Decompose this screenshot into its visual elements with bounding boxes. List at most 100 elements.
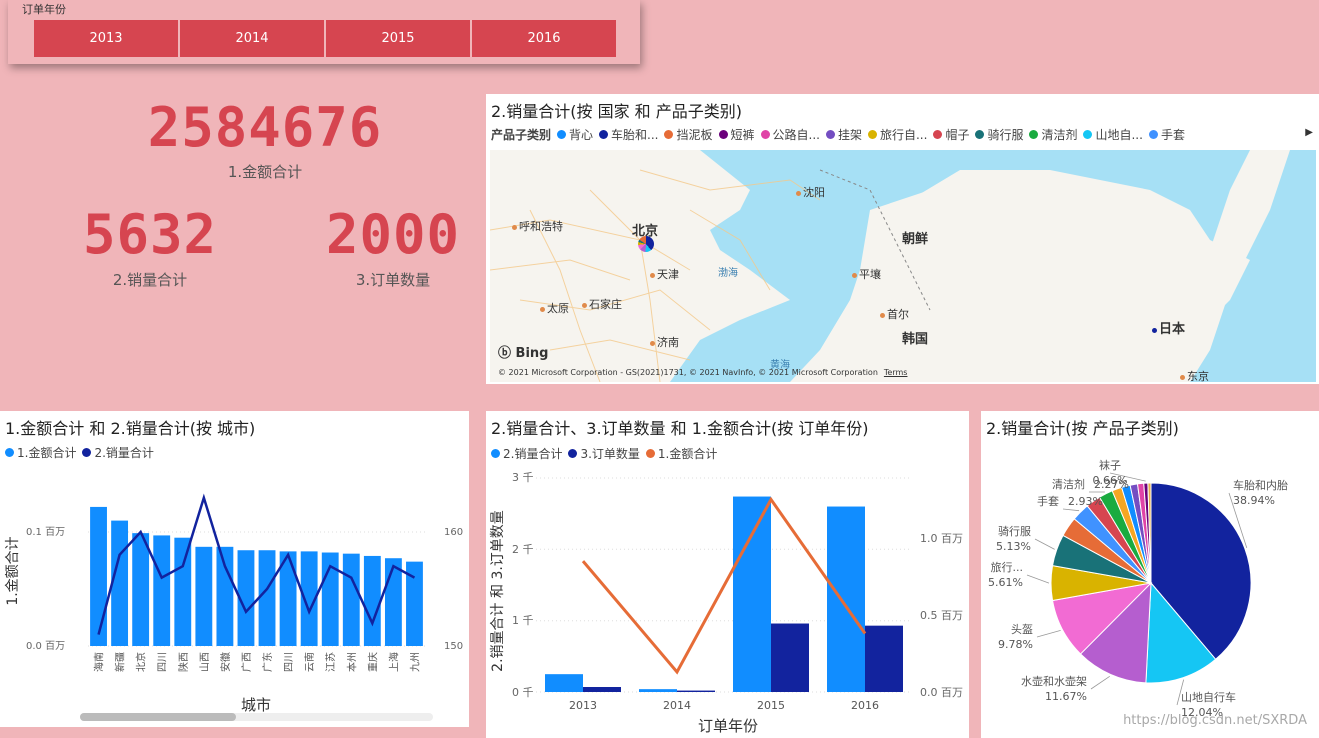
- map-panel: 2.销量合计(按 国家 和 产品子类别) 产品子类别 背心 车胎和... 挡泥板 短裤…: [486, 94, 1319, 384]
- year-sales-bar[interactable]: [639, 689, 677, 692]
- city-jinan: 济南: [650, 334, 679, 350]
- year-chart-panel: 2.销量合计、3.订单数量 和 1.金额合计(按 订单年份) 2.销量合计 3.…: [486, 411, 969, 738]
- map-legend-item[interactable]: 背心: [557, 126, 593, 143]
- pie-slice-pct: 5.13%: [996, 540, 1031, 553]
- year-button-2015[interactable]: 2015: [326, 20, 470, 57]
- amount-bar[interactable]: [342, 553, 360, 646]
- amount-bar[interactable]: [132, 533, 150, 646]
- pie-slice-label: 旅行...: [991, 560, 1024, 574]
- pie-slice-pct: 2.93%: [1068, 495, 1103, 508]
- city-tick-label: 陕西: [177, 652, 190, 672]
- pie-chart-panel: 2.销量合计(按 产品子类别) 车胎和内胎 38.94% 山地自行车 12.04% 水壶…: [981, 411, 1319, 738]
- city-y-axis-title: 1.金额合计: [5, 536, 21, 605]
- city-japan: 日本: [1152, 318, 1185, 337]
- right-tick-1: 150: [444, 641, 463, 652]
- map-legend-label: 公路自...: [772, 128, 820, 142]
- slicer-title: 订单年份: [22, 3, 66, 16]
- year-left-tick-1: 2 千: [512, 543, 534, 556]
- map-legend-label: 手套: [1160, 128, 1185, 142]
- map-legend-label: 挡泥板: [676, 128, 713, 142]
- year-tick-label: 2015: [757, 699, 785, 712]
- map-legend-item[interactable]: 挡泥板: [664, 126, 713, 143]
- year-sales-bar[interactable]: [827, 506, 865, 692]
- city-tick-label: 九州: [409, 652, 421, 672]
- pie-slice-pct: 9.78%: [998, 638, 1033, 651]
- pie-slice-label: 清洁剂: [1052, 477, 1085, 491]
- map-copyright: © 2021 Microsoft Corporation - GS(2021)1…: [498, 368, 908, 377]
- scrollbar-thumb[interactable]: [80, 713, 236, 721]
- map-legend-title: 产品子类别: [491, 128, 552, 142]
- amount-bar[interactable]: [90, 506, 107, 646]
- city-tick-label: 广西: [241, 652, 253, 672]
- year-button-2016[interactable]: 2016: [472, 20, 616, 57]
- legend-dot-icon: [1029, 130, 1039, 139]
- pie-slice-pct: 0.66%: [1093, 474, 1128, 487]
- pie-slice-pct: 5.61%: [988, 576, 1023, 589]
- legend-dot-icon: [1148, 130, 1158, 139]
- city-x-axis-title: 城市: [241, 696, 271, 714]
- amount-bar[interactable]: [174, 537, 192, 646]
- legend-dot-icon: [599, 130, 609, 139]
- city-seoul: 首尔: [880, 306, 909, 322]
- amount-bar[interactable]: [111, 520, 129, 646]
- pie-slice-label: 车胎和内胎: [1233, 478, 1288, 492]
- legend-dot-icon: [825, 130, 835, 139]
- map-legend-item[interactable]: 车胎和...: [599, 126, 658, 143]
- year-orders-bar[interactable]: [583, 687, 621, 692]
- city-taiyuan: 太原: [540, 300, 569, 316]
- amount-bar[interactable]: [384, 558, 402, 646]
- map-legend: 产品子类别 背心 车胎和... 挡泥板 短裤 公路自... 挂架 旅行自... 帽子 骑行服 清洁…: [491, 126, 1191, 143]
- amount-bar[interactable]: [363, 555, 381, 646]
- legend-next-arrow-icon[interactable]: ▶: [1305, 127, 1313, 138]
- bing-icon: ⓑ: [498, 346, 512, 361]
- pie-leader-line: [1062, 508, 1080, 512]
- legend-dot-icon: [933, 130, 943, 139]
- map-legend-label: 清洁剂: [1041, 128, 1078, 142]
- map-legend-item[interactable]: 帽子: [933, 126, 969, 143]
- city-chart-panel: 1.金额合计 和 2.销量合计(按 城市) 1.金额合计 2.销量合计 海南 新疆…: [0, 411, 469, 727]
- map-legend-item[interactable]: 短裤: [718, 126, 755, 143]
- map-legend-item[interactable]: 清洁剂: [1029, 126, 1077, 143]
- year-sales-bar[interactable]: [733, 496, 771, 692]
- year-orders-bar[interactable]: [865, 625, 903, 692]
- legend-dot-icon: [1083, 130, 1093, 139]
- city-tick-label: 重庆: [366, 652, 379, 672]
- city-pyongyang: 平壤: [852, 266, 881, 282]
- map-legend-item[interactable]: 骑行服: [975, 126, 1023, 143]
- year-sales-bar[interactable]: [545, 674, 583, 692]
- map-legend-item[interactable]: 山地自...: [1083, 126, 1143, 143]
- city-tick-label: 四川: [284, 652, 295, 672]
- year-orders-bar[interactable]: [771, 623, 809, 692]
- amount-bar[interactable]: [153, 535, 171, 646]
- bing-logo: ⓑ Bing: [498, 346, 549, 361]
- amount-bar[interactable]: [195, 546, 213, 646]
- map-legend-label: 山地自...: [1095, 128, 1143, 142]
- city-tick-label: 云南: [303, 652, 316, 672]
- city-chart-svg: 海南 新疆 北京 四川 陕西 山西 安徽 广西 广东 四川 云南 江苏 本州 重庆 上海 九州 0.1 百万 …: [5, 493, 463, 721]
- year-button-2014[interactable]: 2014: [180, 20, 324, 57]
- city-tick-label: 广东: [261, 652, 274, 672]
- amount-bar[interactable]: [258, 550, 276, 646]
- beijing-pie-marker[interactable]: [638, 236, 654, 252]
- map-legend-item[interactable]: 挂架: [825, 126, 862, 143]
- year-button-2013[interactable]: 2013: [34, 20, 178, 57]
- map-legend-item[interactable]: 旅行自...: [867, 126, 927, 143]
- city-tick-label: 山西: [199, 652, 211, 672]
- amount-bar[interactable]: [216, 546, 234, 646]
- city-tick-label: 江苏: [324, 652, 337, 672]
- terms-link[interactable]: Terms: [884, 368, 908, 377]
- year-slicer: 订单年份 2013 2014 2015 2016: [8, 0, 640, 64]
- map-legend-items: 背心 车胎和... 挡泥板 短裤 公路自... 挂架 旅行自... 帽子 骑行服 清洁剂 山地自..…: [557, 126, 1191, 143]
- city-tick-label: 安徽: [219, 652, 232, 672]
- map-legend-label: 帽子: [945, 128, 970, 142]
- map-legend-item[interactable]: 公路自...: [760, 126, 820, 143]
- year-tick-label: 2016: [851, 699, 879, 712]
- year-orders-bar[interactable]: [677, 690, 715, 692]
- pie-slice-label: 骑行服: [998, 525, 1031, 538]
- pie-leader-line: [1034, 538, 1055, 550]
- map-legend-item[interactable]: 手套: [1148, 126, 1185, 143]
- order-count-value: 2000: [325, 203, 461, 266]
- map-canvas[interactable]: 呼和浩特 北京 沈阳 朝鲜 天津 渤海 平壤 太原 石家庄 首尔 韩国 济南 日…: [490, 150, 1316, 382]
- year-right-tick-0: 1.0 百万: [920, 532, 963, 545]
- year-y-axis-title: 2.销量合计 和 3.订单数量: [490, 510, 506, 672]
